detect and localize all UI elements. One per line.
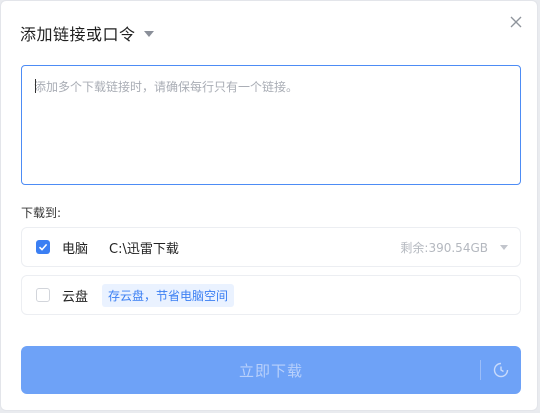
dialog-title-dropdown[interactable]: 添加链接或口令 — [20, 21, 154, 45]
download-path[interactable]: C:\迅雷下载 — [109, 238, 179, 257]
cloud-option-label: 云盘 — [62, 289, 89, 305]
download-now-button[interactable]: 立即下载 — [21, 346, 521, 394]
pc-checkbox[interactable] — [36, 240, 50, 254]
path-dropdown-icon[interactable] — [500, 244, 508, 250]
free-space-text: 剩余:390.54GB — [400, 240, 488, 255]
close-icon[interactable] — [507, 13, 525, 31]
check-icon — [38, 243, 48, 251]
add-link-dialog: 添加链接或口令 下载到: 电脑 C:\迅雷下载 剩余:390.54GB 云盘 存… — [0, 0, 538, 411]
link-input[interactable] — [34, 78, 508, 172]
clock-icon[interactable] — [492, 361, 510, 379]
download-target-cloud[interactable]: 云盘 存云盘，节省电脑空间 — [21, 275, 521, 315]
download-now-label: 立即下载 — [238, 361, 303, 380]
dialog-title: 添加链接或口令 — [20, 25, 136, 44]
download-to-label: 下载到: — [21, 206, 62, 220]
cloud-hint-badge: 存云盘，节省电脑空间 — [102, 283, 235, 307]
text-caret — [35, 79, 36, 93]
cloud-checkbox[interactable] — [36, 288, 50, 302]
pc-option-label: 电脑 — [62, 241, 89, 257]
link-input-box[interactable] — [21, 65, 521, 185]
download-target-pc[interactable]: 电脑 C:\迅雷下载 剩余:390.54GB — [21, 227, 521, 267]
button-divider — [480, 360, 481, 380]
chevron-down-icon — [143, 31, 154, 37]
